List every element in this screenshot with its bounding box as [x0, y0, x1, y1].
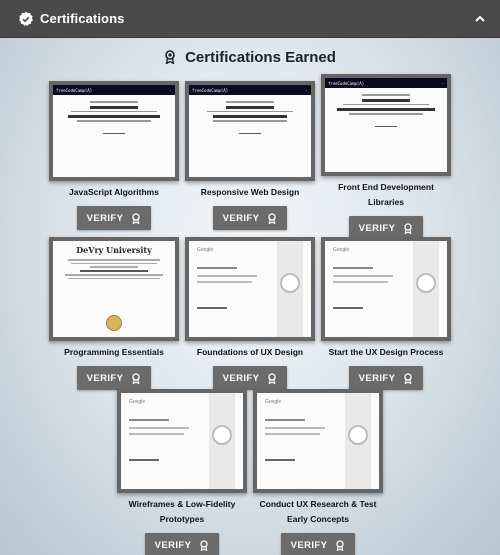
devry-logo: DeVry University [76, 245, 152, 255]
signature [103, 126, 125, 134]
google-logo: Google [333, 247, 350, 253]
cert-title: Front End Development Libraries [338, 180, 434, 210]
cert-card: DeVry University Programming Essentials … [47, 237, 181, 390]
signature [375, 119, 397, 127]
award-ribbon-icon [404, 222, 413, 234]
cert-title-line: Start the UX Design Process [328, 347, 444, 357]
verify-button[interactable]: VERIFY [212, 366, 288, 390]
cert-thumbnail[interactable]: freeCodeCamp(A) · [185, 81, 315, 181]
cert-title-line: JavaScript Algorithms [69, 187, 159, 197]
cert-thumbnail[interactable]: Google [253, 389, 383, 493]
cert-thumbnail[interactable]: freeCodeCamp(A) · [49, 81, 179, 181]
freecodecamp-logo: freeCodeCamp(A) · [53, 85, 175, 95]
seal-icon [416, 273, 436, 293]
freecodecamp-logo: freeCodeCamp(A) · [189, 85, 311, 95]
award-ribbon-icon [165, 50, 175, 64]
cert-card: Google Wireframes & Low-Fidelity Prototy… [115, 389, 249, 555]
cert-title: Conduct UX Research & Test Early Concept… [260, 497, 377, 527]
signature [239, 126, 261, 134]
certifications-panel: Certifications Earned freeCodeCamp(A) · J… [0, 38, 500, 555]
verify-label: VERIFY [290, 539, 328, 551]
google-logo: Google [129, 399, 146, 405]
verify-label: VERIFY [86, 212, 124, 224]
verify-button[interactable]: VERIFY [280, 533, 356, 555]
cert-card: Google Foundations of UX Design VERIFY [183, 237, 317, 390]
cert-thumbnail[interactable]: Google [185, 237, 315, 341]
accordion-title: Certifications [40, 11, 125, 26]
freecodecamp-logo: freeCodeCamp(A) · [325, 78, 447, 88]
cert-title-line: Conduct UX Research & Test [259, 499, 377, 509]
award-ribbon-icon [404, 372, 413, 384]
verify-label: VERIFY [154, 539, 192, 551]
cert-card: Google Conduct UX Research & Test Early … [251, 389, 385, 555]
cert-title-line: Front End Development [338, 182, 434, 192]
award-ribbon-icon [200, 539, 209, 551]
cert-title: Foundations of UX Design [197, 345, 303, 360]
verify-label: VERIFY [358, 222, 396, 234]
chevron-up-icon[interactable] [474, 13, 486, 25]
cert-title: Start the UX Design Process [329, 345, 444, 360]
verify-label: VERIFY [222, 212, 260, 224]
verify-button[interactable]: VERIFY [144, 533, 220, 555]
cert-card: Google Start the UX Design Process VERIF… [319, 237, 453, 390]
cert-card: freeCodeCamp(A) · JavaScript Algorithms V… [47, 81, 181, 230]
cert-card: freeCodeCamp(A) · Responsive Web Design V… [183, 81, 317, 230]
seal-icon [106, 315, 122, 331]
verify-label: VERIFY [358, 372, 396, 384]
cert-title-line: Wireframes & Low-Fidelity [128, 499, 236, 509]
cert-title-line: Prototypes [159, 514, 205, 524]
cert-thumbnail[interactable]: DeVry University [49, 237, 179, 341]
cert-title-line: Programming Essentials [64, 347, 164, 357]
certifications-accordion-header[interactable]: Certifications [0, 0, 500, 38]
seal-icon [348, 425, 368, 445]
cert-card: freeCodeCamp(A) · Front End Development L… [319, 74, 453, 240]
cert-title-line: Responsive Web Design [200, 187, 300, 197]
google-logo: Google [265, 399, 282, 405]
verify-button[interactable]: VERIFY [76, 366, 152, 390]
cert-thumbnail[interactable]: Google [117, 389, 247, 493]
cert-thumbnail[interactable]: Google [321, 237, 451, 341]
award-ribbon-icon [132, 212, 141, 224]
cert-title-line: Libraries [368, 197, 404, 207]
cert-title: JavaScript Algorithms [69, 185, 159, 200]
cert-title-line: Foundations of UX Design [196, 347, 304, 357]
verify-label: VERIFY [222, 372, 260, 384]
panel-title: Certifications Earned [185, 48, 336, 66]
verify-button[interactable]: VERIFY [212, 206, 288, 230]
verify-button[interactable]: VERIFY [76, 206, 152, 230]
verify-button[interactable]: VERIFY [348, 366, 424, 390]
google-logo: Google [197, 247, 214, 253]
cert-title: Programming Essentials [64, 345, 164, 360]
cert-title: Responsive Web Design [201, 185, 300, 200]
cert-title-line: Early Concepts [287, 514, 349, 524]
award-ribbon-icon [132, 372, 141, 384]
award-ribbon-icon [336, 539, 345, 551]
panel-heading: Certifications Earned [0, 46, 500, 68]
award-ribbon-icon [268, 372, 277, 384]
seal-icon [280, 273, 300, 293]
cert-title: Wireframes & Low-Fidelity Prototypes [129, 497, 236, 527]
seal-icon [212, 425, 232, 445]
cert-thumbnail[interactable]: freeCodeCamp(A) · [321, 74, 451, 176]
check-badge-icon [19, 11, 33, 26]
award-ribbon-icon [268, 212, 277, 224]
verify-label: VERIFY [86, 372, 124, 384]
